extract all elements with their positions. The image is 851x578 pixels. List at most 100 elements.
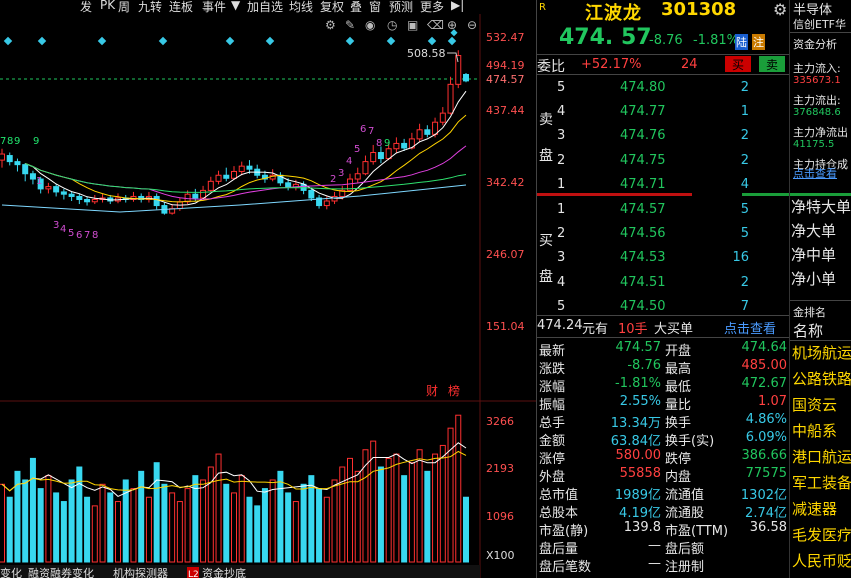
- candle-body: [323, 200, 330, 207]
- stat-label: 最高: [665, 362, 692, 377]
- volume-tick-label: 3266: [486, 415, 514, 428]
- flow-label: 主力流出:: [793, 94, 841, 107]
- volume-bar: [316, 488, 323, 563]
- stat-value: 580.00: [615, 448, 662, 463]
- order-price[interactable]: 474.71: [620, 177, 666, 192]
- concept-item[interactable]: 人民币贬: [792, 550, 851, 571]
- volume-bar: [107, 492, 114, 563]
- stat-value: 4.19亿: [619, 506, 661, 521]
- toolbar-item[interactable]: 预测: [389, 0, 413, 15]
- toolbar-item[interactable]: 叠: [350, 0, 362, 15]
- fund-link[interactable]: 点击查看: [793, 165, 837, 181]
- indicator-tab[interactable]: 变化: [0, 566, 22, 578]
- concept-item[interactable]: 毛发医疗: [792, 524, 851, 545]
- candle-body: [401, 142, 408, 149]
- toolbar-item[interactable]: 连板: [169, 0, 193, 15]
- divider: [790, 300, 851, 301]
- candle-body: [377, 152, 384, 160]
- indicator-tab[interactable]: 机构探测器: [113, 566, 168, 578]
- zoom-out-icon[interactable]: ⊖: [467, 18, 477, 32]
- order-price[interactable]: 474.76: [620, 128, 666, 143]
- td-count-label: 1: [36, 176, 42, 187]
- order-price[interactable]: 474.53: [620, 250, 666, 265]
- kline-chart[interactable]: 532.47 494.19474.57 437.44 342.42 246.07 151.…: [0, 0, 536, 578]
- concept-item[interactable]: 公路铁路: [792, 368, 851, 389]
- net-order-label: 净小单: [791, 270, 837, 288]
- concept-item[interactable]: 减速器: [792, 498, 837, 519]
- volume-bar: [169, 492, 176, 563]
- toolbar-item[interactable]: 九转: [138, 0, 162, 15]
- briefcase-icon[interactable]: ▣: [407, 18, 418, 32]
- toolbar-item[interactable]: ▼: [231, 0, 240, 12]
- stat-label: 跌停: [665, 452, 692, 467]
- concept-item[interactable]: 港口航运: [792, 446, 851, 467]
- td-count-label: 8: [92, 230, 98, 241]
- volume-bar: [184, 488, 191, 563]
- divider: [537, 337, 789, 338]
- order-price[interactable]: 474.57: [620, 202, 666, 217]
- gear-icon[interactable]: ⚙: [773, 0, 787, 19]
- weibi-value: +52.17%: [581, 57, 642, 72]
- toolbar-item[interactable]: 周: [118, 0, 130, 15]
- chart-badge: 财: [426, 384, 438, 398]
- order-price[interactable]: 474.51: [620, 275, 666, 290]
- order-price[interactable]: 474.75: [620, 153, 666, 168]
- toolbar-item[interactable]: 加自选: [247, 0, 283, 15]
- stat-label: 盘后量: [539, 542, 579, 557]
- volume-bar: [439, 444, 446, 563]
- candle-body: [424, 129, 431, 135]
- order-volume: 2: [740, 152, 749, 168]
- toolbar-item[interactable]: PK: [100, 0, 115, 12]
- volume-bar: [84, 496, 91, 563]
- big-order-link[interactable]: 点击查看: [724, 318, 776, 337]
- concept-item[interactable]: 中船系: [792, 420, 837, 441]
- td-count-label: 8: [376, 138, 382, 149]
- volume-bar: [200, 479, 207, 563]
- toolbar-item[interactable]: 更多: [420, 0, 444, 15]
- order-price[interactable]: 474.80: [620, 80, 666, 95]
- sell-button[interactable]: 卖: [759, 56, 785, 72]
- trash-icon[interactable]: ⌫: [427, 18, 444, 32]
- net-order-label: 净大单: [791, 222, 837, 240]
- volume-bar: [215, 453, 222, 563]
- zoom-in-icon[interactable]: ⊕: [447, 18, 457, 32]
- toolbar-item[interactable]: 窗: [369, 0, 381, 15]
- volume-bar: [254, 505, 261, 563]
- order-price[interactable]: 474.77: [620, 104, 666, 119]
- candle-body: [68, 193, 75, 197]
- order-price[interactable]: 474.50: [620, 299, 666, 314]
- concept-item[interactable]: 机场航运: [792, 342, 851, 363]
- expand-icon[interactable]: ▶|: [451, 0, 464, 12]
- candle-body: [362, 161, 369, 175]
- volume-bar: [463, 496, 469, 563]
- settings-icon[interactable]: ⚙: [325, 18, 336, 32]
- price-tick-label: 474.57: [486, 73, 525, 86]
- order-volume: 2: [740, 274, 749, 290]
- draw-icon[interactable]: ✎: [345, 18, 355, 32]
- toolbar-item[interactable]: 发: [80, 0, 92, 15]
- bid-bar: [742, 193, 789, 196]
- concept-item[interactable]: 国资云: [792, 394, 837, 415]
- toolbar-item[interactable]: 事件: [202, 0, 226, 15]
- clock-icon[interactable]: ◷: [387, 18, 397, 32]
- etf-name[interactable]: 信创ETF华: [793, 16, 846, 32]
- volume-tick-label: 1096: [486, 510, 514, 523]
- concept-item[interactable]: 军工装备: [792, 472, 851, 493]
- stat-value: 13.34万: [610, 416, 661, 431]
- td-count-label: 9: [14, 136, 20, 147]
- tab-badge-text: L2: [188, 570, 199, 578]
- stat-label: 金额: [539, 434, 566, 449]
- toolbar-item[interactable]: 均线: [289, 0, 313, 15]
- chart-toolbar: 发 PK 周九转 连板 事件 ▼ 加自选 均线 复权叠窗预测 更多 ▶|: [0, 0, 536, 14]
- eye-icon[interactable]: ◉: [365, 18, 375, 32]
- indicator-tab[interactable]: 融资融券变化: [28, 566, 94, 578]
- volume-bar: [354, 470, 361, 563]
- stat-value: 386.66: [741, 448, 788, 463]
- indicator-tab[interactable]: 资金抄底: [202, 566, 246, 578]
- toolbar-item[interactable]: 复权: [320, 0, 344, 15]
- stat-label: 最低: [665, 380, 692, 395]
- order-price[interactable]: 474.56: [620, 226, 666, 241]
- td-count-label: 8: [7, 136, 13, 147]
- signal-diamond: [265, 36, 275, 46]
- buy-button[interactable]: 买: [725, 56, 751, 72]
